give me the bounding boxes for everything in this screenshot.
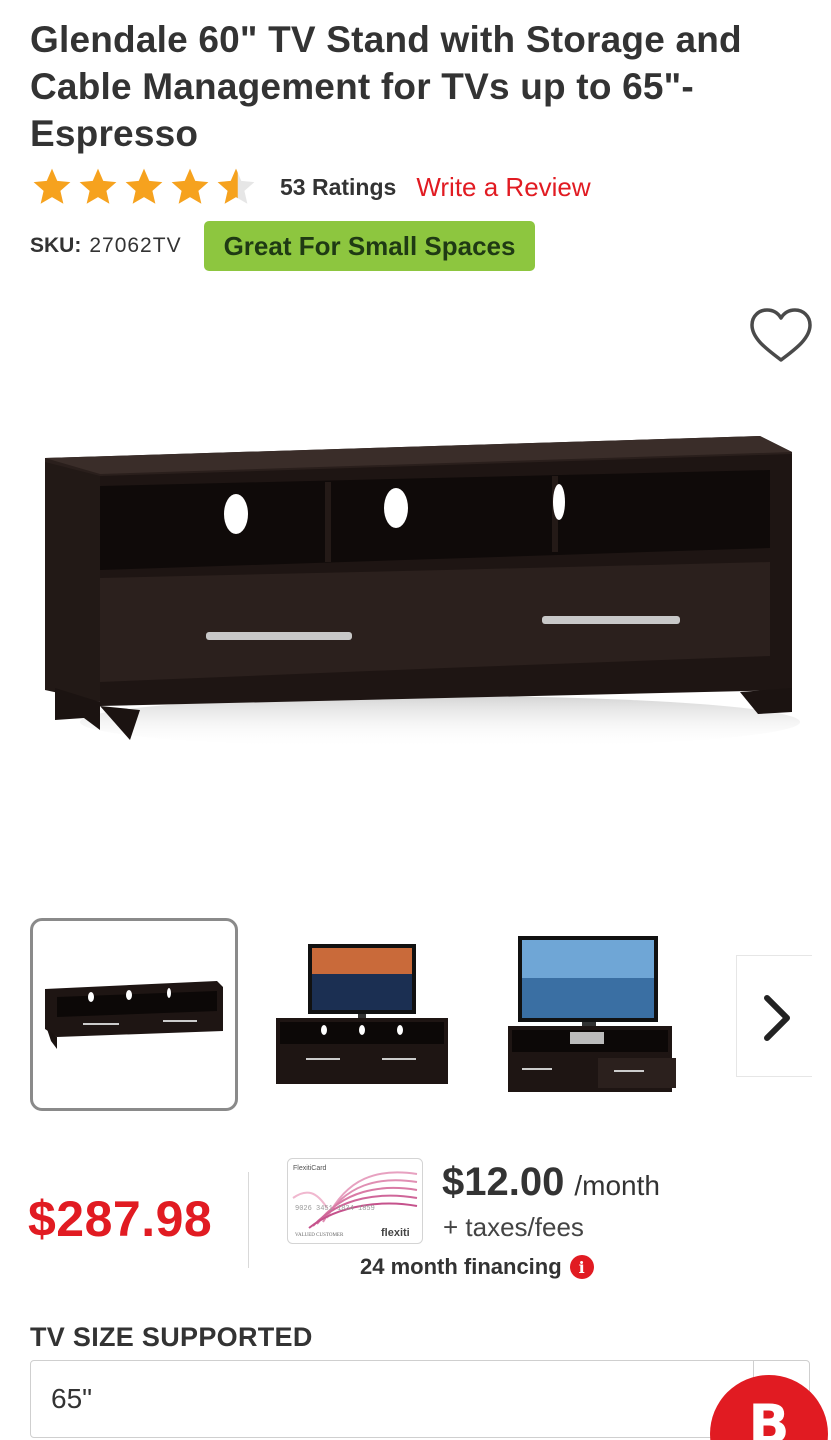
gallery-next-button[interactable] <box>736 955 812 1077</box>
sku-label: SKU: <box>30 234 82 257</box>
write-review-link[interactable]: Write a Review <box>416 172 590 203</box>
monthly-amount: $12.00 <box>442 1160 565 1204</box>
brand-logo-icon: B <box>748 1393 790 1440</box>
info-icon[interactable]: i <box>569 1255 594 1279</box>
monthly-price: $12.00 /month <box>442 1160 660 1205</box>
financing-info[interactable]: 24 month financing i <box>360 1254 594 1280</box>
taxes-note: + taxes/fees <box>443 1212 584 1242</box>
star-icon <box>33 168 71 204</box>
star-icon <box>125 168 163 204</box>
chevron-right-icon <box>763 995 790 1041</box>
feature-badge: Great For Small Spaces <box>203 221 536 271</box>
flexiti-card-image: FlexitiCard 9026 3451 1834 1859 VALUED C… <box>287 1158 423 1244</box>
thumbnail-strip <box>30 918 810 1113</box>
thumbnail-lifestyle-1[interactable] <box>274 918 450 1111</box>
financing-label: 24 month financing <box>360 1254 562 1279</box>
heart-icon[interactable] <box>748 306 814 366</box>
tv-size-value: 65" <box>51 1383 93 1414</box>
tv-stand-with-tv-open-drawer-thumbnail-image <box>508 936 676 1092</box>
rating-row: 53 Ratings Write a Review <box>30 164 591 210</box>
thumbnail-lifestyle-2[interactable] <box>504 918 680 1111</box>
tv-stand-thumbnail-image <box>45 981 223 1049</box>
product-main-image[interactable] <box>40 430 800 770</box>
card-number-label: 9026 3451 1834 1859 <box>295 1205 375 1213</box>
product-price: $287.98 <box>28 1191 213 1247</box>
card-issuer-label: FlexitiCard <box>293 1165 327 1172</box>
sku-value: 27062TV <box>89 234 182 257</box>
thumbnail-selected[interactable] <box>30 918 238 1111</box>
half-star-icon <box>217 168 255 204</box>
price-divider <box>248 1172 249 1268</box>
tv-size-select[interactable]: 65" <box>30 1360 810 1438</box>
product-title: Glendale 60" TV Stand with Storage and C… <box>30 19 742 154</box>
monthly-unit: /month <box>574 1170 660 1201</box>
tv-size-label: TV SIZE SUPPORTED <box>30 1322 313 1352</box>
star-icon <box>171 168 209 204</box>
ratings-count[interactable]: 53 Ratings <box>280 174 396 201</box>
star-rating[interactable] <box>30 166 258 208</box>
flexiti-logo: flexiti <box>381 1227 410 1239</box>
sku-row: SKU: 27062TV Great For Small Spaces <box>30 220 536 272</box>
star-icon <box>79 168 117 204</box>
tv-stand-with-tv-thumbnail-image <box>276 944 448 1084</box>
card-holder-label: VALUED CUSTOMER <box>295 1233 344 1238</box>
